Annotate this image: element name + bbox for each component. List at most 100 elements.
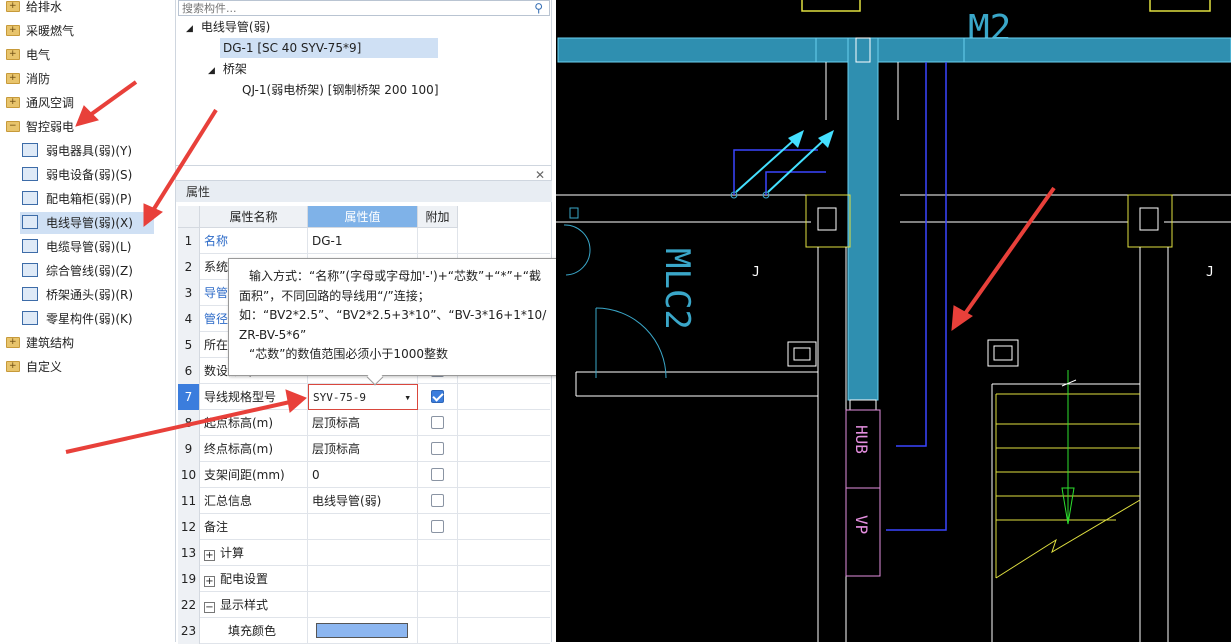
tree-item-misc-parts[interactable]: 零星构件(弱)(K) xyxy=(22,308,133,330)
property-row[interactable]: 12 备注 xyxy=(178,514,550,540)
component-item-dg1[interactable]: DG-1 [SC 40 SYV-75*9] xyxy=(220,38,438,58)
tree-item-wire-conduit[interactable]: 电线导管(弱)(X) xyxy=(20,212,154,234)
cad-drawing[interactable]: M2 MLC2 HUB VP J J xyxy=(556,0,1231,642)
tree-item-distribution-box[interactable]: 配电箱柜(弱)(P) xyxy=(22,188,132,210)
tree-item-weak-devices[interactable]: 弱电设备(弱)(S) xyxy=(22,164,132,186)
property-row[interactable]: 10 支架间距(mm) 0 xyxy=(178,462,550,488)
tree-item-combined-pipeline[interactable]: 综合管线(弱)(Z) xyxy=(22,260,133,282)
add-checkbox[interactable] xyxy=(431,390,444,403)
property-name: 支架间距(mm) xyxy=(200,462,308,488)
tree-item-weak-current[interactable]: − 智控弱电 xyxy=(6,116,74,138)
add-checkbox[interactable] xyxy=(431,494,444,507)
dropdown-arrow-icon[interactable]: ▾ xyxy=(404,385,411,409)
property-value[interactable] xyxy=(308,514,418,540)
property-name: + 配电设置 xyxy=(200,566,308,592)
folder-icon: + xyxy=(6,97,20,108)
property-value[interactable] xyxy=(308,566,418,592)
tree-item-fire[interactable]: + 消防 xyxy=(6,68,50,90)
folder-open-icon: − xyxy=(6,121,20,132)
module-tree: + 给排水 + 采暖燃气 + 电气 + 消防 + 通风空调 − 智控弱电 弱电器具(弱)(Y… xyxy=(0,0,176,642)
cad-stair-mark xyxy=(1061,379,1077,387)
fill-color-swatch[interactable] xyxy=(316,623,408,638)
collapse-icon[interactable]: − xyxy=(204,602,215,613)
component-search-input[interactable] xyxy=(178,0,550,16)
cabinet-icon xyxy=(22,191,38,205)
tree-item-hvac[interactable]: + 通风空调 xyxy=(6,92,74,114)
row-number: 23 xyxy=(178,618,200,644)
folder-icon: + xyxy=(6,49,20,60)
cad-door-arc xyxy=(563,224,591,276)
tree-item-water[interactable]: + 给排水 xyxy=(6,0,62,18)
component-item-qj1[interactable]: QJ-1(弱电桥架) [钢制桥架 200 100] xyxy=(242,80,439,100)
cable-icon xyxy=(22,239,38,253)
collapse-triangle-icon: ◢ xyxy=(186,24,193,34)
property-value[interactable]: 0 xyxy=(308,462,418,488)
property-name: 名称 xyxy=(200,228,308,254)
property-value[interactable]: DG-1 xyxy=(308,228,418,254)
cad-yellow-box-top-left xyxy=(801,0,861,12)
tree-item-tray-fitting[interactable]: 桥架通头(弱)(R) xyxy=(22,284,133,306)
pipeline-icon xyxy=(22,263,38,277)
cad-small-symbol xyxy=(569,207,579,219)
property-row[interactable]: 9 终点标高(m) 层顶标高 xyxy=(178,436,550,462)
tray-fitting-icon xyxy=(22,287,38,301)
folder-icon: + xyxy=(6,337,20,348)
property-value[interactable] xyxy=(308,540,418,566)
property-add-cell xyxy=(418,436,458,462)
header-add[interactable]: 附加 xyxy=(418,206,458,228)
cad-yellow-box-top-right xyxy=(1149,0,1211,12)
search-icon[interactable]: ⚲ xyxy=(534,1,543,15)
cad-symbol: J xyxy=(1206,265,1214,280)
property-value[interactable]: 层顶标高 xyxy=(308,410,418,436)
add-checkbox[interactable] xyxy=(431,468,444,481)
property-value[interactable] xyxy=(308,592,418,618)
cad-vertical-conduit[interactable] xyxy=(847,37,879,401)
cad-small-box xyxy=(787,341,817,367)
tree-item-heating[interactable]: + 采暖燃气 xyxy=(6,20,74,42)
properties-title: 属性 xyxy=(176,180,552,202)
header-num xyxy=(178,206,200,228)
component-group-tray[interactable]: ◢ 桥架 xyxy=(208,59,247,79)
property-name: 备注 xyxy=(200,514,308,540)
row-number: 3 xyxy=(178,280,200,306)
property-row[interactable]: 8 起点标高(m) 层顶标高 xyxy=(178,410,550,436)
cad-cable-tray[interactable] xyxy=(557,37,1231,63)
property-add-cell xyxy=(418,618,458,644)
add-checkbox[interactable] xyxy=(431,520,444,533)
property-row[interactable]: 13 + 计算 xyxy=(178,540,550,566)
header-prop-value[interactable]: 属性值 xyxy=(308,206,418,228)
device-icon xyxy=(22,167,38,181)
property-row[interactable]: 7 导线规格型号 SYV-75-9 ▾ xyxy=(178,384,550,410)
expand-icon[interactable]: + xyxy=(204,576,215,587)
property-add-cell xyxy=(418,228,458,254)
row-number: 22 xyxy=(178,592,200,618)
property-row[interactable]: 22− 显示样式 xyxy=(178,592,550,618)
component-group-conduit[interactable]: ◢ 电线导管(弱) xyxy=(186,17,270,37)
property-value[interactable]: 电线导管(弱) xyxy=(308,488,418,514)
property-value[interactable]: 层顶标高 xyxy=(308,436,418,462)
property-row[interactable]: 23 填充颜色 xyxy=(178,618,550,644)
tree-item-electric[interactable]: + 电气 xyxy=(6,44,50,66)
misc-parts-icon xyxy=(22,311,38,325)
property-value[interactable] xyxy=(308,618,418,644)
header-prop-name[interactable]: 属性名称 xyxy=(200,206,308,228)
cad-blue-wire xyxy=(765,171,826,195)
property-row[interactable]: 1 名称 DG-1 xyxy=(178,228,550,254)
folder-icon: + xyxy=(6,1,20,12)
property-value[interactable]: SYV-75-9 ▾ xyxy=(308,384,418,410)
property-add-cell xyxy=(418,514,458,540)
tree-item-cable-conduit[interactable]: 电缆导管(弱)(L) xyxy=(22,236,131,258)
tree-item-structure[interactable]: + 建筑结构 xyxy=(6,332,74,354)
tree-item-custom[interactable]: + 自定义 xyxy=(6,356,62,378)
property-row[interactable]: 19 + 配电设置 xyxy=(178,566,550,592)
expand-icon[interactable]: + xyxy=(204,550,215,561)
cad-blue-wire xyxy=(886,62,947,531)
input-format-tooltip: 输入方式：“名称”(字母或字母加'-')+“芯数”+“*”+“截 面积”，不同回… xyxy=(228,258,608,386)
row-number: 10 xyxy=(178,462,200,488)
property-row[interactable]: 11 汇总信息 电线导管(弱) xyxy=(178,488,550,514)
add-checkbox[interactable] xyxy=(431,442,444,455)
add-checkbox[interactable] xyxy=(431,416,444,429)
row-number: 7 xyxy=(178,384,200,410)
cad-canvas[interactable]: M2 MLC2 HUB VP J J xyxy=(556,0,1231,642)
tree-item-weak-fixtures[interactable]: 弱电器具(弱)(Y) xyxy=(22,140,132,162)
